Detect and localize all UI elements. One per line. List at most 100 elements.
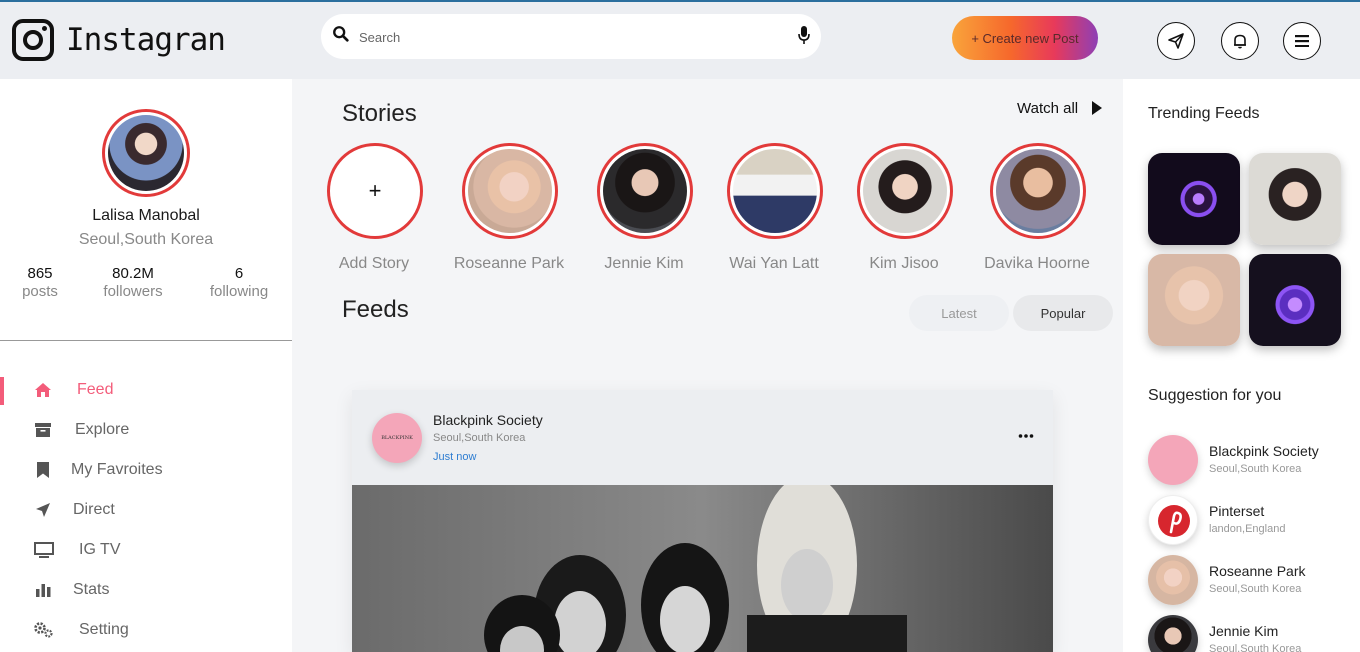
stat-value: 865 (27, 265, 53, 282)
story-item[interactable]: Jennie Kim (579, 143, 709, 283)
sidebar-item-igtv[interactable]: IG TV (0, 537, 292, 571)
post-author-name[interactable]: Blackpink Society (433, 412, 543, 428)
story-item[interactable]: Wai Yan Latt (709, 143, 839, 283)
post-timestamp: Just now (433, 451, 477, 463)
sidebar-item-label: Explore (75, 421, 130, 438)
tab-latest[interactable]: Latest (909, 295, 1009, 331)
watch-all-link[interactable]: Watch all (1017, 100, 1102, 117)
suggestion-location: Seoul,South Korea (1209, 583, 1302, 595)
stories-heading: Stories (342, 100, 417, 127)
suggestion-location: landon,England (1209, 523, 1286, 535)
story-avatar (603, 149, 687, 233)
stat-value: 80.2M (112, 265, 154, 282)
post-image[interactable] (352, 485, 1053, 652)
create-new-post-button[interactable]: + Create new Post (952, 16, 1098, 60)
feed-post: BLACKPINK Blackpink Society Seoul,South … (352, 390, 1053, 652)
sidebar-item-label: My Favroites (71, 461, 163, 478)
profile-stats: 865 posts 80.2M followers 6 following (0, 265, 292, 305)
stat-value: 6 (234, 265, 244, 282)
top-header: Instagran + Create new Post (0, 2, 1360, 79)
suggestion-name: Pinterset (1209, 503, 1265, 519)
trending-tile[interactable] (1148, 254, 1240, 346)
sidebar-item-stats[interactable]: Stats (0, 577, 292, 611)
location-arrow-icon (36, 503, 50, 517)
sidebar-divider (0, 340, 292, 341)
bell-icon (1234, 34, 1246, 49)
microphone-icon[interactable] (797, 25, 811, 45)
profile-avatar[interactable] (102, 109, 190, 197)
pinterest-logo-icon (1148, 495, 1198, 545)
stat-posts[interactable]: 865 posts (0, 265, 90, 300)
story-name: Kim Jisoo (869, 255, 939, 272)
bar-chart-icon (36, 584, 51, 597)
paper-plane-icon (1168, 33, 1184, 49)
stat-followers[interactable]: 80.2M followers (83, 265, 183, 300)
trending-heading: Trending Feeds (1148, 105, 1260, 122)
stat-following[interactable]: 6 following (189, 265, 289, 300)
gears-icon (34, 622, 53, 638)
sidebar-item-direct[interactable]: Direct (0, 497, 292, 531)
search-input[interactable] (359, 26, 779, 48)
more-options-icon[interactable] (1018, 428, 1034, 444)
post-author-avatar[interactable]: BLACKPINK (372, 413, 422, 463)
suggestion-name: Roseanne Park (1209, 563, 1306, 579)
story-name: Jennie Kim (604, 255, 684, 272)
trending-tile[interactable] (1249, 254, 1341, 346)
suggestion-item[interactable]: Pinterset landon,England (1148, 495, 1358, 547)
suggestion-item[interactable]: Jennie Kim Seoul,South Korea (1148, 615, 1358, 652)
story-name: Roseanne Park (453, 255, 565, 272)
story-avatar (733, 149, 817, 233)
plus-icon: + (368, 178, 382, 203)
play-icon (1092, 101, 1102, 115)
sidebar-item-explore[interactable]: Explore (0, 417, 292, 451)
trending-tile[interactable] (1249, 153, 1341, 245)
suggestion-avatar (1148, 435, 1198, 485)
feeds-heading: Feeds (342, 296, 409, 323)
sidebar-item-label: Stats (73, 581, 110, 598)
suggestion-item[interactable]: Roseanne Park Seoul,South Korea (1148, 555, 1358, 607)
stat-label: following (209, 283, 269, 300)
trending-tile[interactable] (1148, 153, 1240, 245)
search-icon (333, 26, 349, 42)
story-name: Davika Hoorne (984, 255, 1090, 272)
sidebar-item-label: Direct (73, 501, 115, 518)
suggestion-location: Seoul,South Korea (1209, 643, 1302, 652)
search-bar[interactable] (321, 14, 821, 59)
bookmark-icon (37, 462, 49, 478)
right-sidebar: Trending Feeds Suggestion for you Blackp… (1123, 79, 1360, 652)
profile-name[interactable]: Lalisa Manobal (0, 207, 292, 225)
story-item[interactable]: Davika Hoorne (972, 143, 1102, 283)
notifications-button[interactable] (1221, 22, 1259, 60)
story-avatar (468, 149, 552, 233)
story-item[interactable]: Kim Jisoo (839, 143, 969, 283)
story-name: Wai Yan Latt (729, 255, 819, 272)
app-logo-text[interactable]: Instagran (66, 22, 226, 58)
suggestion-name: Blackpink Society (1209, 443, 1319, 459)
suggestions-heading: Suggestion for you (1148, 387, 1282, 404)
story-avatar (996, 149, 1080, 233)
story-avatar (863, 149, 947, 233)
suggestion-name: Jennie Kim (1209, 623, 1279, 639)
suggestion-item[interactable]: Blackpink Society Seoul,South Korea (1148, 435, 1358, 487)
sidebar-item-label: Setting (79, 621, 129, 638)
direct-message-button[interactable] (1157, 22, 1195, 60)
instagram-logo-icon[interactable] (12, 19, 54, 61)
sidebar-item-setting[interactable]: Setting (0, 617, 292, 651)
sidebar-item-favorites[interactable]: My Favroites (0, 457, 292, 491)
stat-label: posts (22, 283, 58, 300)
tv-icon (34, 542, 54, 558)
home-icon (35, 383, 51, 397)
avatar-logo-text: BLACKPINK (381, 435, 413, 441)
story-add[interactable]: + Add Story (309, 143, 439, 283)
profile-location: Seoul,South Korea (78, 231, 214, 248)
story-item[interactable]: Roseanne Park (444, 143, 574, 283)
tab-popular[interactable]: Popular (1013, 295, 1113, 331)
hamburger-menu-icon (1295, 35, 1309, 47)
sidebar-item-label: IG TV (79, 541, 121, 558)
suggestion-avatar (1148, 555, 1198, 605)
stat-label: followers (103, 283, 163, 300)
post-location: Seoul,South Korea (433, 432, 526, 444)
menu-button[interactable] (1283, 22, 1321, 60)
suggestion-avatar (1148, 615, 1198, 652)
sidebar-item-feed[interactable]: Feed (0, 377, 292, 411)
